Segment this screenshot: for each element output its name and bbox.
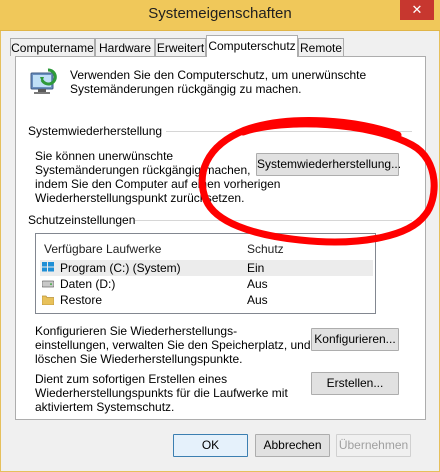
create-text-line: aktiviertem Systemschutz. (35, 400, 175, 414)
restore-description-line: Systemänderungen rückgängig machen, (35, 163, 251, 177)
configure-text-line: Konfigurieren Sie Wiederherstellungs- (35, 324, 238, 338)
ok-button[interactable]: OK (173, 434, 248, 457)
restore-description-line: Sie können unerwünschte (35, 149, 174, 163)
drive-row[interactable]: Program (C:) (System) Ein (40, 260, 373, 276)
drive-row[interactable]: Daten (D:) Aus (40, 276, 373, 292)
drive-status: Aus (247, 277, 268, 291)
drive-list[interactable]: Verfügbare Laufwerke Schutz Program (C:)… (35, 233, 376, 314)
restore-divider (166, 131, 412, 132)
drive-status: Aus (247, 293, 268, 307)
protection-heading: Schutzeinstellungen (28, 213, 136, 227)
configure-text-line: einstellungen, verwalten Sie den Speiche… (35, 338, 311, 352)
computer-protection-icon (30, 68, 57, 94)
tab-computername[interactable]: Computername (10, 38, 95, 56)
create-button[interactable]: Erstellen... (311, 372, 399, 395)
drive-row[interactable]: Restore Aus (40, 292, 373, 308)
restore-description-line: indem Sie den Computer auf einen vorheri… (35, 177, 281, 191)
drive-status: Ein (247, 261, 265, 275)
title-bar: Systemeigenschaften ✕ (0, 0, 440, 31)
apply-button[interactable]: Übernehmen (336, 434, 411, 457)
restore-description-line: Wiederherstellungspunkt zurücksetzen. (35, 191, 245, 205)
drive-name: Restore (60, 293, 103, 307)
cancel-button[interactable]: Abbrechen (255, 434, 330, 457)
close-icon: ✕ (411, 2, 423, 17)
column-header-drives[interactable]: Verfügbare Laufwerke (44, 242, 161, 256)
system-restore-button[interactable]: Systemwiederherstellung... (256, 153, 401, 176)
windows-drive-icon (42, 262, 54, 272)
tab-computerschutz[interactable]: Computerschutz (206, 35, 298, 57)
intro-text: Verwenden Sie den Computerschutz, um une… (70, 68, 367, 96)
configure-button[interactable]: Konfigurieren... (311, 328, 399, 351)
tab-label: Remote (299, 41, 343, 55)
configure-text-line: löschen Sie Wiederherstellungspunkte. (35, 352, 243, 366)
folder-icon (42, 295, 54, 305)
tab-label: Erweitert (156, 41, 205, 55)
tab-label: Hardware (98, 41, 152, 55)
restore-heading: Systemwiederherstellung (28, 124, 163, 138)
drive-name: Program (C:) (System) (60, 261, 181, 275)
tab-label: Computername (11, 41, 94, 55)
tab-remote[interactable]: Remote (298, 38, 344, 56)
tab-erweitert[interactable]: Erweitert (155, 38, 206, 56)
column-header-protection[interactable]: Schutz (247, 242, 284, 256)
create-text-line: Dient zum sofortigen Erstellen eines (35, 372, 228, 386)
window-title: Systemeigenschaften (148, 5, 292, 22)
close-button[interactable]: ✕ (400, 0, 434, 20)
tab-hardware[interactable]: Hardware (95, 38, 155, 56)
drive-name: Daten (D:) (60, 277, 116, 291)
tab-label: Computerschutz (208, 39, 296, 53)
protection-divider (135, 220, 412, 221)
drive-icon (42, 280, 54, 288)
create-text-line: Wiederherstellungspunkts für die Laufwer… (35, 386, 288, 400)
